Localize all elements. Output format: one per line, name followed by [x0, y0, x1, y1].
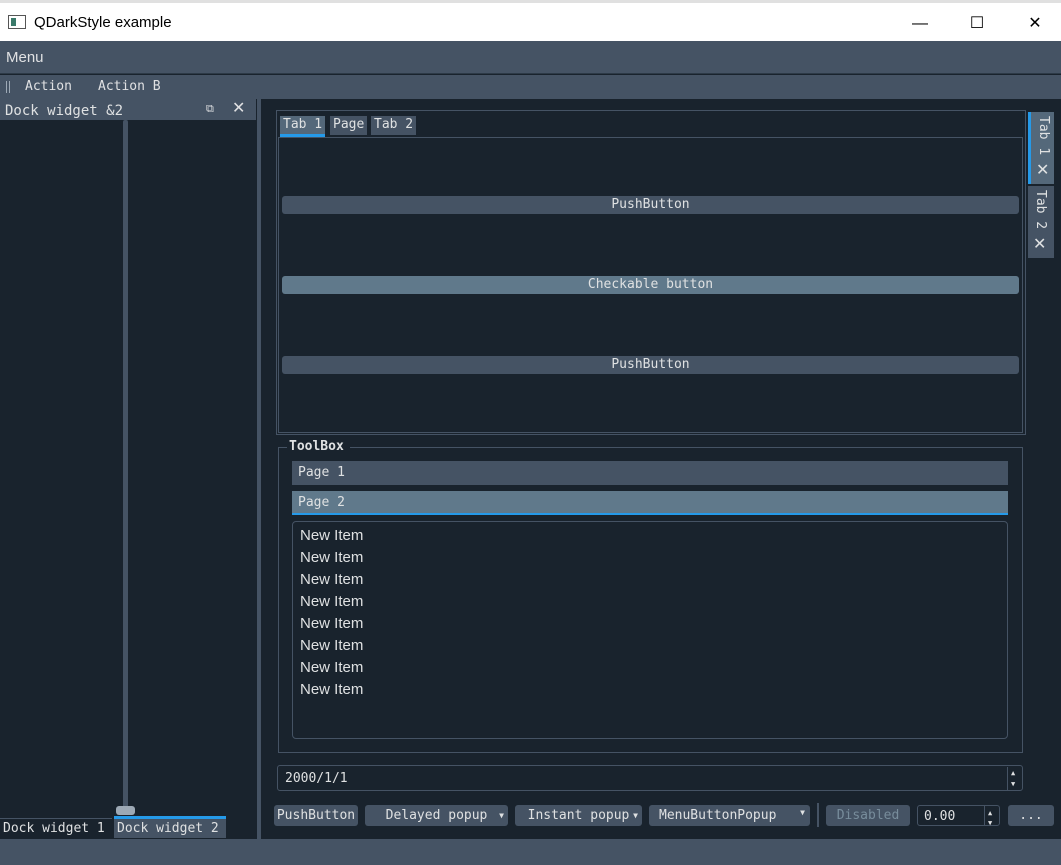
date-value: 2000/1/1 — [285, 771, 348, 786]
close-icon[interactable]: ✕ — [1006, 8, 1061, 40]
disabled-button: Disabled — [826, 805, 910, 826]
dock-tab-1[interactable]: Dock widget 1 — [0, 818, 112, 838]
vertical-tab-2[interactable]: Tab 2 ✕ — [1028, 186, 1054, 258]
toolbox-page-1[interactable]: Page 1 — [292, 461, 1008, 485]
status-bar — [0, 839, 1061, 865]
instant-popup-button[interactable]: Instant popup ▼ — [515, 805, 642, 826]
vertical-tab-1-label: Tab 1 — [1036, 116, 1051, 156]
arrow-down-icon[interactable]: ▼ — [1011, 780, 1015, 788]
tab-tab1[interactable]: Tab 1 — [280, 116, 326, 137]
push-button-2[interactable]: PushButton — [282, 356, 1019, 374]
list-item[interactable]: New Item — [300, 637, 363, 654]
list-item[interactable]: New Item — [300, 549, 363, 566]
toolbar-handle-icon[interactable] — [6, 81, 10, 93]
arrow-up-icon[interactable]: ▲ — [1011, 769, 1015, 777]
menu-item-menu[interactable]: Menu — [6, 49, 44, 66]
checkable-button[interactable]: Checkable button — [282, 276, 1019, 294]
push-button-1[interactable]: PushButton — [282, 196, 1019, 214]
dock-title: Dock widget &2 — [5, 103, 124, 119]
dock-title-bar[interactable]: Dock widget &2 ⧉ ✕ — [0, 99, 256, 120]
list-item[interactable]: New Item — [300, 615, 363, 632]
dropdown-icon[interactable]: ▼ — [800, 802, 805, 823]
spinbox-value: 0.00 — [924, 809, 956, 824]
window-titlebar: QDarkStyle example — ☐ ✕ — [0, 0, 1061, 41]
dock-close-icon[interactable]: ✕ — [232, 100, 248, 118]
list-item[interactable]: New Item — [300, 681, 363, 698]
list-item[interactable]: New Item — [300, 527, 363, 544]
more-button[interactable]: ... — [1008, 805, 1054, 826]
dock-widget: Dock widget &2 ⧉ ✕ — [0, 99, 256, 839]
spin-arrows[interactable]: ▲ ▼ — [984, 806, 998, 827]
list-item[interactable]: New Item — [300, 659, 363, 676]
instant-popup-label: Instant popup — [527, 808, 630, 823]
minimize-icon[interactable]: — — [891, 8, 949, 40]
app-icon — [8, 15, 26, 29]
toolbox-page-2[interactable]: Page 2 — [292, 491, 1008, 515]
list-widget[interactable]: New Item New Item New Item New Item New … — [292, 521, 1008, 739]
dropdown-icon: ▼ — [499, 811, 504, 820]
close-icon[interactable]: ✕ — [1033, 234, 1046, 254]
menu-bar: Menu — [0, 41, 1061, 74]
slider-handle[interactable] — [116, 806, 135, 815]
dropdown-icon: ▼ — [633, 811, 638, 820]
splitter-handle[interactable] — [257, 99, 261, 839]
dock-tab-2[interactable]: Dock widget 2 — [114, 816, 226, 838]
tab-page[interactable]: Page — [330, 116, 368, 135]
close-icon[interactable]: ✕ — [1036, 160, 1049, 180]
tab-tab2[interactable]: Tab 2 — [371, 116, 417, 135]
maximize-icon[interactable]: ☐ — [948, 8, 1006, 40]
bottom-push-button[interactable]: PushButton — [274, 805, 358, 826]
list-item[interactable]: New Item — [300, 593, 363, 610]
delayed-popup-label: Delayed popup — [385, 808, 488, 823]
window-title: QDarkStyle example — [34, 14, 172, 31]
date-spin-arrows[interactable]: ▲ ▼ — [1007, 767, 1021, 791]
float-icon[interactable]: ⧉ — [206, 103, 218, 115]
vertical-tab-1[interactable]: Tab 1 ✕ — [1028, 112, 1054, 184]
toolbar-action-a[interactable]: Action — [25, 79, 72, 94]
delayed-popup-button[interactable]: Delayed popup ▼ — [365, 805, 508, 826]
menu-button-popup[interactable]: MenuButtonPopup ▼ — [649, 805, 810, 826]
toolbox-title: ToolBox — [287, 439, 350, 454]
date-edit[interactable]: 2000/1/1 ▲ ▼ — [277, 765, 1023, 791]
list-item[interactable]: New Item — [300, 571, 363, 588]
toolbar-action-b[interactable]: Action B — [98, 79, 161, 94]
double-spinbox[interactable]: 0.00 ▲ ▼ — [917, 805, 1000, 827]
arrow-down-icon[interactable]: ▼ — [988, 813, 992, 834]
menu-button-popup-label: MenuButtonPopup — [659, 808, 777, 823]
toolbar-separator — [817, 803, 819, 827]
vertical-slider[interactable] — [123, 120, 128, 810]
toolbar: Action Action B — [0, 75, 1061, 99]
vertical-tab-2-label: Tab 2 — [1033, 190, 1048, 230]
